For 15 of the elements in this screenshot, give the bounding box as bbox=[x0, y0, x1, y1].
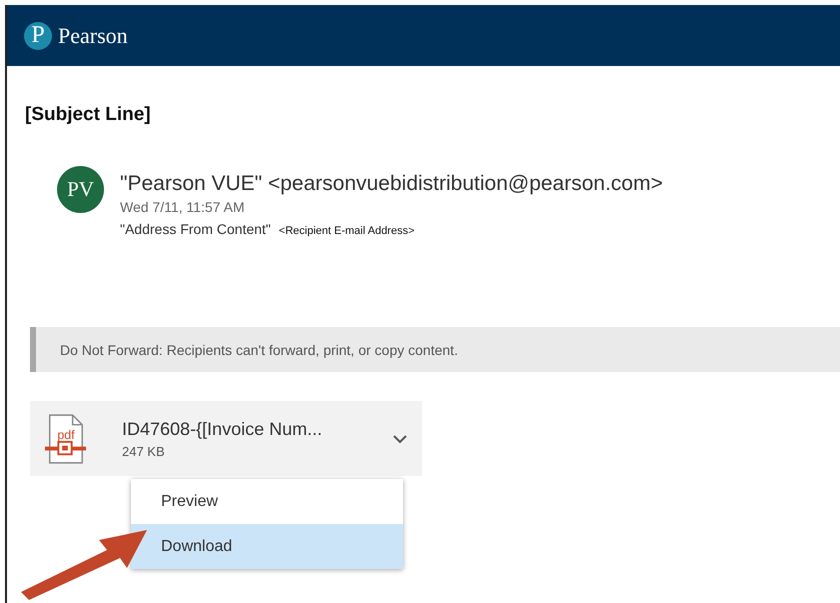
menu-item[interactable]: Preview bbox=[131, 479, 403, 524]
sent-date: Wed 7/11, 11:57 AM bbox=[120, 199, 246, 215]
sender-address: "Pearson VUE" <pearsonvuebidistribution@pearson.com> bbox=[120, 172, 663, 196]
logo-icon: P bbox=[24, 22, 52, 50]
subject-line: [Subject Line] bbox=[25, 103, 152, 126]
chevron-down-icon[interactable] bbox=[392, 434, 408, 444]
recipient-address: <Recipient E-mail Address> bbox=[278, 225, 415, 237]
sender-avatar: PV bbox=[57, 166, 104, 213]
attachment-size: 247 KB bbox=[122, 444, 166, 458]
attachment-name: ID47608-{[Invoice Num... bbox=[122, 418, 324, 440]
brand-name: Pearson bbox=[58, 22, 128, 48]
notice-text: Do Not Forward: Recipients can't forward, print, or copy content. bbox=[60, 342, 458, 358]
attachment-card[interactable]: pdf ID47608-{[Invoice Num... 247 KB bbox=[30, 401, 422, 476]
menu-item[interactable]: Download bbox=[131, 524, 403, 569]
recipient-name: "Address From Content" bbox=[120, 221, 271, 237]
